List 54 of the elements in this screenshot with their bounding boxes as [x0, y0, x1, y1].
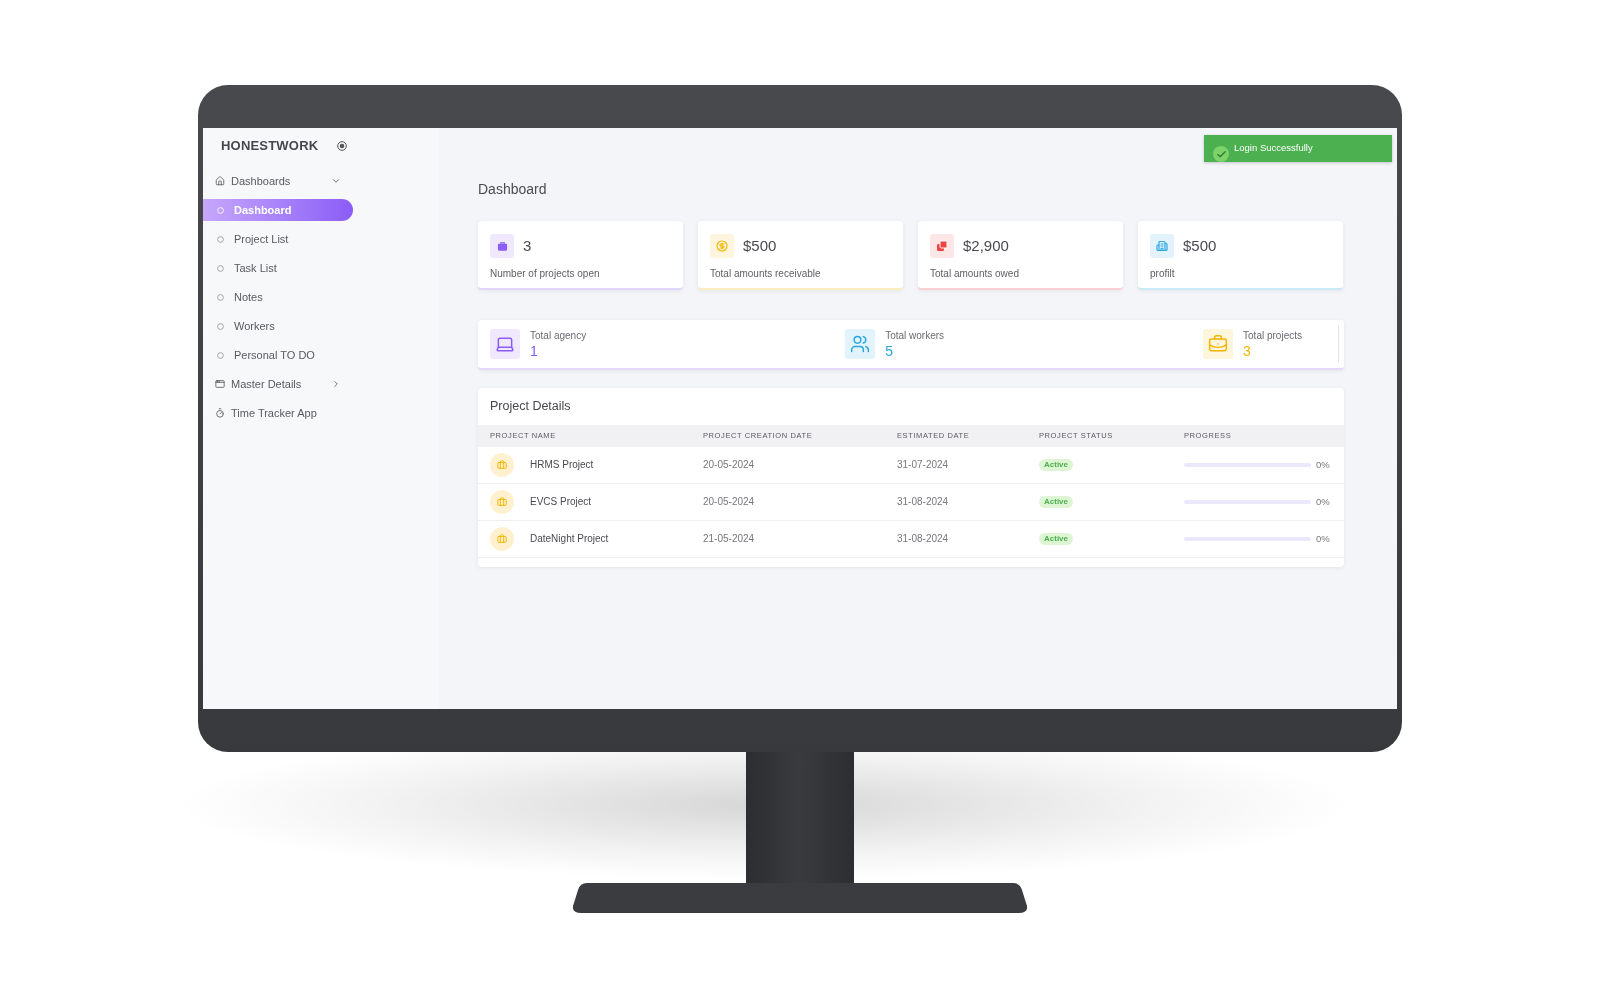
table-cell: 31-07-2024: [897, 459, 949, 471]
page-title: Dashboard: [478, 180, 547, 198]
window-icon: [215, 379, 225, 389]
circle-icon: [217, 322, 224, 330]
stat-value: 3: [523, 235, 532, 256]
stat-value: $500: [743, 235, 777, 256]
project-name: EVCS Project: [530, 496, 592, 508]
total-value: 1: [530, 343, 539, 358]
sidebar-item[interactable]: Project List: [203, 228, 353, 250]
circle-icon: [217, 351, 224, 359]
stat-value: $2,900: [963, 235, 1009, 256]
sidebar-item[interactable]: Personal TO DO: [203, 344, 353, 366]
sidebar-item[interactable]: Workers: [203, 315, 353, 337]
sidebar-group[interactable]: Time Tracker App: [203, 402, 353, 424]
stat-label: profilt: [1150, 267, 1176, 281]
status-badge: Active: [1039, 496, 1073, 508]
total-label: Total workers: [885, 330, 945, 341]
sidebar-item[interactable]: Task List: [203, 257, 353, 279]
circle-icon: [217, 293, 224, 301]
stat-label: Total amounts receivable: [710, 267, 822, 281]
circle-icon: [217, 206, 224, 214]
brand-name: HONESTWORK: [221, 137, 319, 156]
home-icon: [215, 176, 225, 186]
progress-value: 0%: [1316, 459, 1330, 471]
sidebar-item[interactable]: Notes: [203, 286, 353, 308]
project-name: DateNight Project: [530, 533, 609, 545]
total-value: 3: [1243, 343, 1252, 358]
briefcase-icon: [490, 453, 514, 477]
circle-icon: [217, 264, 224, 272]
progress-value: 0%: [1316, 533, 1330, 545]
table-cell: 20-05-2024: [703, 496, 755, 508]
table-cell: 31-08-2024: [897, 496, 949, 508]
stat-label: Number of projects open: [490, 267, 601, 281]
progress-value: 0%: [1316, 496, 1330, 508]
table-cell: 21-05-2024: [703, 533, 755, 545]
project-name: HRMS Project: [530, 459, 594, 471]
stat-label: Total amounts owed: [930, 267, 1020, 281]
timer-icon: [215, 408, 225, 418]
table-cell: 31-08-2024: [897, 533, 949, 545]
sidebar-group[interactable]: Master Details: [203, 373, 353, 395]
toast-message: Login Successfully: [1234, 141, 1313, 156]
radio-icon[interactable]: [337, 141, 348, 151]
status-badge: Active: [1039, 533, 1073, 545]
briefcase-icon: [490, 527, 514, 551]
circle-icon: [217, 235, 224, 243]
total-label: Total projects: [1243, 330, 1302, 341]
briefcase-icon: [490, 490, 514, 514]
stat-value: $500: [1183, 235, 1217, 256]
sidebar-group[interactable]: Dashboards: [203, 170, 353, 192]
total-value: 5: [885, 343, 894, 358]
table-cell: 20-05-2024: [703, 459, 755, 471]
status-badge: Active: [1039, 459, 1073, 471]
total-label: Total agency: [530, 330, 587, 341]
panel-title: Project Details: [490, 398, 571, 416]
